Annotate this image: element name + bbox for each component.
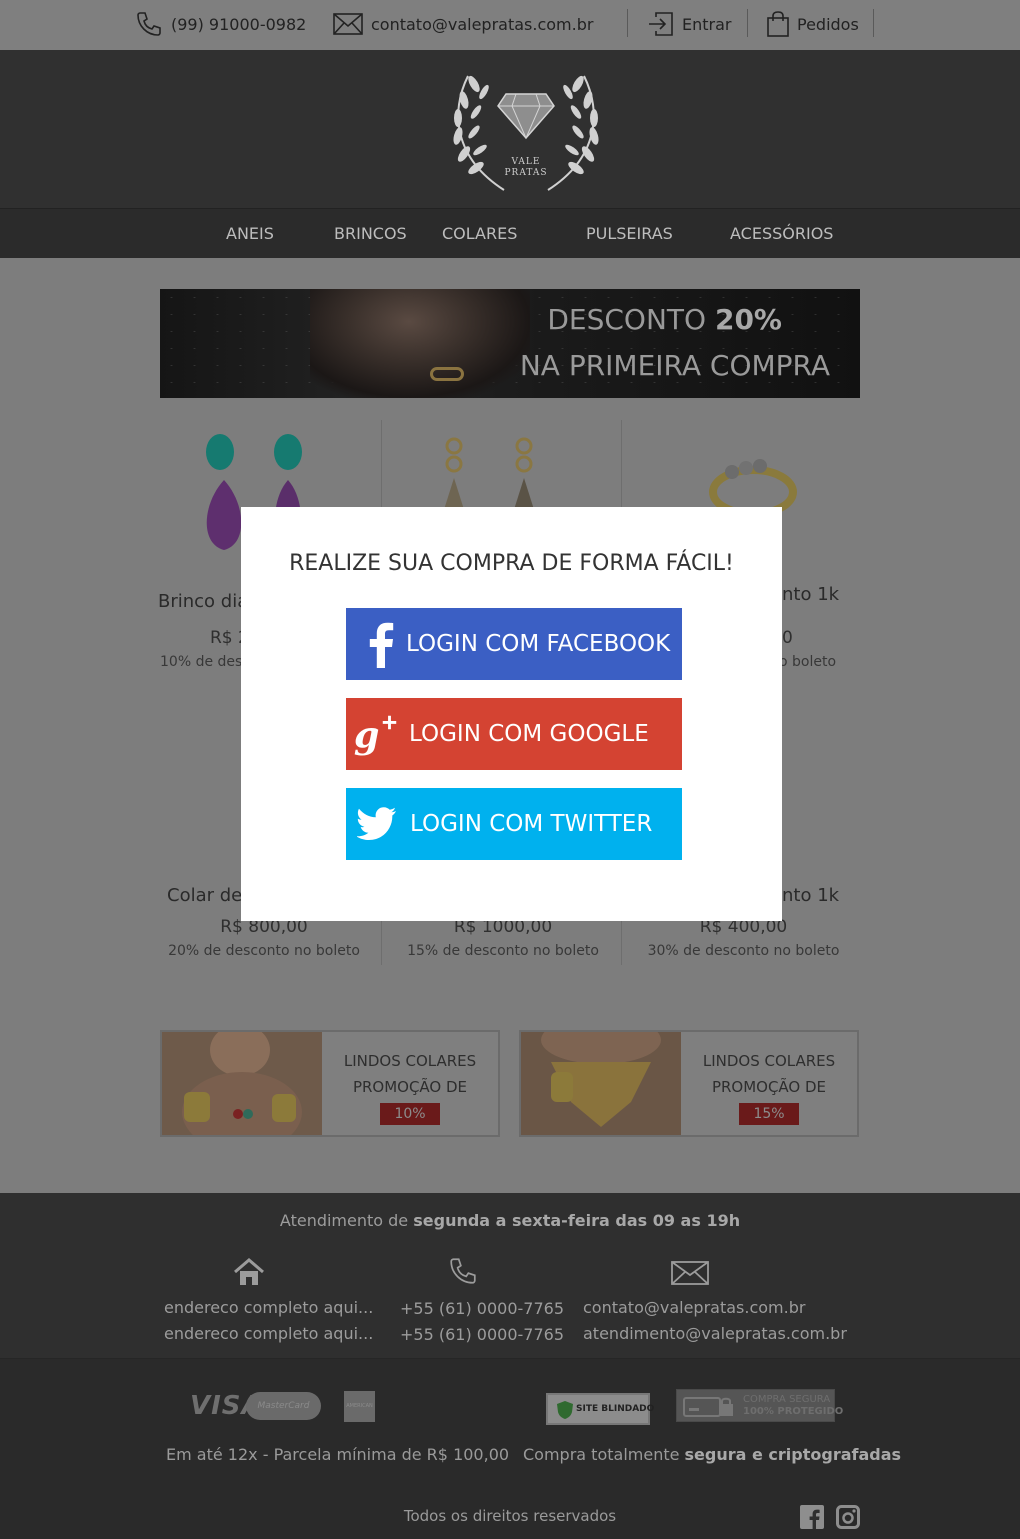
banner-subheadline: NA PRIMEIRA COMPRA: [519, 349, 830, 382]
product-discount: 10% de desco: [160, 654, 259, 670]
nav-item-acessorios[interactable]: ACESSÓRIOS: [730, 209, 833, 259]
main-nav: ANEIS BRINCOS COLARES PULSEIRAS ACESSÓRI…: [0, 208, 1020, 258]
facebook-login-label: LOGIN COM FACEBOOK: [406, 631, 671, 657]
shopping-bag-icon: [767, 11, 789, 37]
product-card: R$ 400,00 30% de desconto no boleto: [636, 917, 851, 959]
logo[interactable]: VALE PRATAS: [440, 62, 612, 198]
product-discount: 20% de desconto no boleto: [168, 943, 360, 959]
secure-text: Compra totalmente segura e criptografada…: [523, 1445, 902, 1464]
google-login-button[interactable]: g LOGIN COM GOOGLE: [346, 698, 682, 770]
product-name: nto 1k: [782, 885, 840, 906]
twitter-login-button[interactable]: LOGIN COM TWITTER: [346, 788, 682, 860]
bracelet-image: [430, 367, 464, 381]
email-block: contato@valepratas.com.br atendimento@va…: [583, 1295, 847, 1347]
banner-model-photo: [310, 289, 530, 398]
product-card: R$ 800,00 20% de desconto no boleto: [160, 917, 368, 959]
svg-text:g: g: [354, 713, 380, 756]
phone-icon: [137, 12, 161, 36]
login-label: Entrar: [682, 14, 732, 34]
facebook-icon: [356, 608, 406, 680]
credit-card-lock-icon: [683, 1397, 733, 1417]
nav-item-brincos[interactable]: BRINCOS: [334, 209, 407, 259]
top-bar: (99) 91000-0982 contato@valepratas.com.b…: [0, 0, 1020, 50]
site-blindado-badge[interactable]: SITE BLINDADO: [546, 1393, 654, 1425]
facebook-login-button[interactable]: LOGIN COM FACEBOOK: [346, 608, 682, 680]
shield-icon: [557, 1401, 573, 1419]
copyright: Todos os direitos reservados: [403, 1507, 617, 1525]
envelope-icon: [671, 1261, 709, 1285]
promo-card[interactable]: LINDOS COLARES PROMOÇÃO DE 10%: [160, 1030, 500, 1137]
promo-photo: [162, 1032, 322, 1135]
product-name: nto 1k: [782, 584, 840, 605]
product-card: o boleto: [779, 654, 859, 670]
address-block: endereco completo aqui... endereco compl…: [164, 1298, 374, 1343]
login-link[interactable]: Entrar: [648, 0, 731, 48]
phone-text: (99) 91000-0982: [171, 14, 307, 34]
divider: [627, 9, 628, 37]
nav-item-pulseiras[interactable]: PULSEIRAS: [586, 209, 673, 259]
promo-banner[interactable]: DESCONTO 20% NA PRIMEIRA COMPRA: [160, 289, 860, 398]
orders-label: Pedidos: [797, 14, 859, 34]
twitter-login-label: LOGIN COM TWITTER: [410, 811, 653, 837]
site-footer: Atendimento de segunda a sexta-feira das…: [0, 1193, 1020, 1539]
phone-block: +55 (61) 0000-7765 +55 (61) 0000-7765: [400, 1299, 564, 1344]
promo-text: LINDOS COLARES PROMOÇÃO DE 15%: [681, 1032, 857, 1126]
facebook-icon[interactable]: [800, 1505, 824, 1529]
envelope-icon: [333, 13, 363, 35]
promo-photo: [521, 1032, 681, 1135]
google-plus-icon: g: [352, 698, 402, 770]
google-login-label: LOGIN COM GOOGLE: [409, 721, 649, 747]
installments-text: Em até 12x - Parcela mínima de R$ 100,00: [166, 1445, 510, 1464]
promo-percent-badge: 15%: [739, 1103, 799, 1125]
modal-title: REALIZE SUA COMPRA DE FORMA FÁCIL!: [289, 551, 734, 576]
nav-item-aneis[interactable]: ANEIS: [226, 209, 274, 259]
divider: [747, 9, 748, 37]
secure-purchase-badge[interactable]: COMPRA SEGURA 100% PROTEGIDO: [676, 1389, 843, 1422]
nav-item-colares[interactable]: COLARES: [442, 209, 517, 259]
email-contact[interactable]: contato@valepratas.com.br: [333, 0, 593, 48]
instagram-icon[interactable]: [836, 1505, 860, 1529]
site-header: VALE PRATAS: [0, 50, 1020, 208]
mastercard-icon: MasterCard: [246, 1392, 321, 1420]
product-card: 10% de desco: [160, 654, 259, 670]
footer-email-link[interactable]: atendimento@valepratas.com.br: [583, 1321, 847, 1347]
home-icon: [234, 1258, 264, 1285]
footer-email-link[interactable]: contato@valepratas.com.br: [583, 1295, 847, 1321]
product-discount: 30% de desconto no boleto: [647, 943, 840, 959]
amex-icon: AMERICAN EXPRESS: [344, 1391, 375, 1422]
promo-text: LINDOS COLARES PROMOÇÃO DE 10%: [322, 1032, 498, 1126]
banner-headline: DESCONTO 20%: [547, 303, 782, 336]
orders-link[interactable]: Pedidos: [767, 0, 859, 48]
phone-contact[interactable]: (99) 91000-0982: [135, 0, 306, 48]
twitter-icon: [352, 788, 402, 860]
product-card[interactable]: nto 1k: [782, 584, 862, 605]
product-card[interactable]: R$ 1000,00 15% de desconto no boleto: [398, 917, 608, 959]
promo-percent-badge: 10%: [380, 1103, 440, 1125]
sign-in-icon: [649, 12, 673, 36]
product-card[interactable]: nto 1k: [782, 885, 862, 906]
product-discount: o boleto: [779, 654, 837, 670]
product-card: 0: [782, 628, 822, 648]
divider: [873, 9, 874, 37]
product-price: 0: [782, 628, 793, 648]
login-modal: REALIZE SUA COMPRA DE FORMA FÁCIL! LOGIN…: [241, 507, 782, 921]
email-text: contato@valepratas.com.br: [371, 14, 594, 34]
promo-card[interactable]: LINDOS COLARES PROMOÇÃO DE 15%: [519, 1030, 859, 1137]
logo-text: VALE PRATAS: [504, 157, 548, 178]
phone-icon: [450, 1258, 476, 1284]
opening-hours: Atendimento de segunda a sexta-feira das…: [279, 1211, 741, 1230]
product-discount: 15% de desconto no boleto: [407, 943, 599, 959]
